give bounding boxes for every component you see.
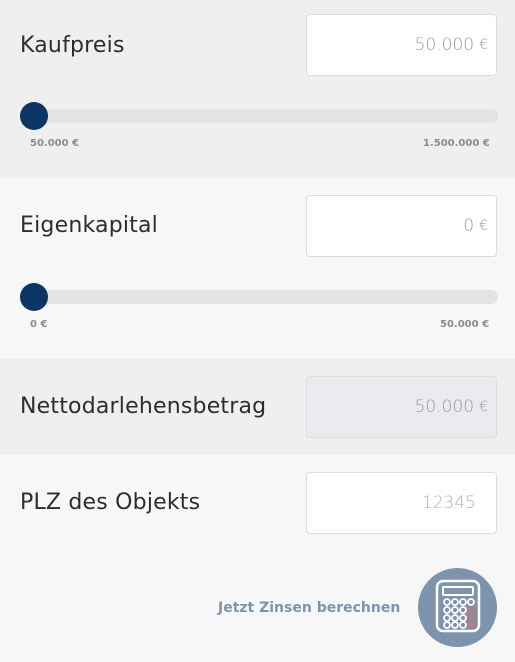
purchase-price-value: 50.000 [414, 35, 475, 55]
purchase-price-slider-track[interactable] [20, 109, 498, 123]
purchase-price-max-label: 1.500.000 € [423, 138, 490, 149]
purchase-price-slider-thumb[interactable] [20, 102, 48, 130]
equity-input[interactable]: 0 € [306, 195, 497, 257]
equity-value: 0 [463, 216, 475, 236]
equity-slider-thumb[interactable] [20, 283, 48, 311]
net-loan-label: Nettodarlehensbetrag [20, 394, 267, 419]
calculator-icon [435, 579, 481, 637]
postal-code-input[interactable]: 12345 [306, 472, 497, 534]
purchase-price-unit: € [479, 37, 488, 53]
net-loan-section: Nettodarlehensbetrag 50.000 € [0, 359, 515, 455]
net-loan-value: 50.000 [414, 397, 475, 417]
purchase-price-section: Kaufpreis 50.000 € 50.000 € 1.500.000 € [0, 0, 515, 178]
equity-slider-track[interactable] [20, 290, 498, 304]
equity-unit: € [479, 218, 488, 234]
equity-section: Eigenkapital 0 € 0 € 50.000 € [0, 178, 515, 359]
purchase-price-input[interactable]: 50.000 € [306, 14, 497, 76]
postal-code-placeholder: 12345 [421, 493, 476, 513]
calculate-interest-button[interactable] [418, 568, 497, 647]
equity-label: Eigenkapital [20, 213, 158, 238]
purchase-price-label: Kaufpreis [20, 33, 125, 58]
calculate-interest-link[interactable]: Jetzt Zinsen berechnen [218, 600, 400, 616]
equity-max-label: 50.000 € [440, 319, 490, 330]
net-loan-field: 50.000 € [306, 376, 497, 438]
equity-min-label: 0 € [30, 319, 48, 330]
net-loan-unit: € [479, 399, 488, 415]
purchase-price-min-label: 50.000 € [30, 138, 80, 149]
postal-code-label: PLZ des Objekts [20, 490, 201, 515]
